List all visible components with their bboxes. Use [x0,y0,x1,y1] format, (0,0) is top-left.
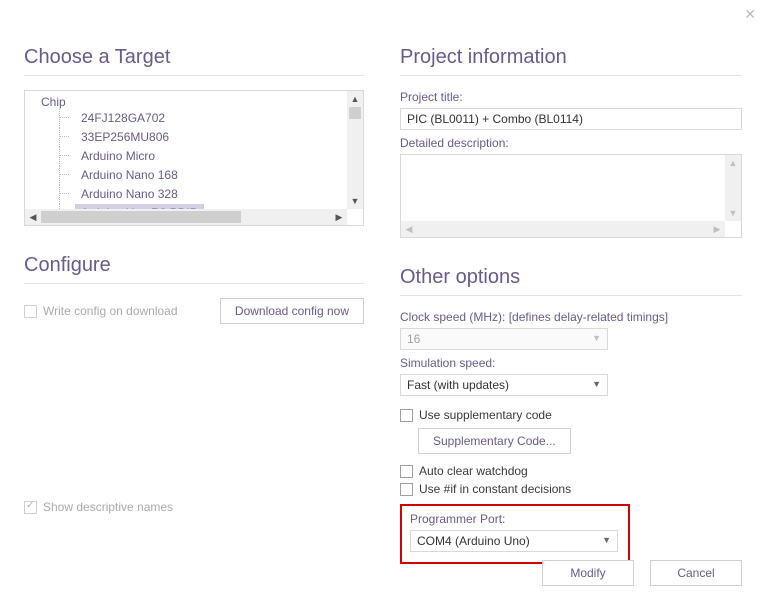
scroll-right-icon[interactable]: ▶ [709,221,725,237]
scroll-left-icon[interactable]: ◀ [401,221,417,237]
tree-item-label: 33EP256MU806 [75,128,175,147]
vscroll-thumb[interactable] [349,107,361,119]
tree-root-chip[interactable]: Chip [25,91,347,109]
clock-speed-select[interactable]: 16 ▼ [400,328,608,350]
target-tree[interactable]: Chip 24FJ128GA70233EP256MU806Arduino Mic… [24,90,364,226]
desc-label: Detailed description: [400,136,742,150]
chevron-down-icon: ▼ [602,535,611,545]
auto-clear-checkbox[interactable] [400,465,413,478]
show-descriptive-label: Show descriptive names [43,500,173,514]
tree-item-label: Arduino Micro [75,147,161,166]
hscroll-thumb[interactable] [41,211,241,223]
tree-item[interactable]: 33EP256MU806 [25,128,347,147]
tree-item[interactable]: Arduino Nano 168 [25,166,347,185]
programmer-port-label: Programmer Port: [410,512,620,526]
write-config-checkbox[interactable] [24,305,37,318]
modify-button[interactable]: Modify [542,560,634,586]
tree-item[interactable]: Arduino Nano 328 [25,185,347,204]
desc-vscrollbar[interactable]: ▲ ▼ [725,155,741,221]
desc-hscrollbar[interactable]: ◀ ▶ [401,221,725,237]
scroll-down-icon[interactable]: ▼ [725,205,741,221]
tree-item[interactable]: Arduino Micro [25,147,347,166]
project-title-label: Project title: [400,90,742,104]
sim-speed-value: Fast (with updates) [407,378,509,392]
tree-item-label: Arduino Nano 328 [75,185,184,204]
show-descriptive-checkbox[interactable]: ✓ [24,501,37,514]
clock-speed-value: 16 [407,332,420,346]
chevron-down-icon: ▼ [592,333,601,343]
tree-item-label: Arduino Nano 168 [75,166,184,185]
auto-clear-label: Auto clear watchdog [419,464,528,478]
sim-speed-label: Simulation speed: [400,356,742,370]
project-title-input[interactable] [400,108,742,130]
divider [24,75,364,76]
use-supp-checkbox[interactable] [400,409,413,422]
sim-speed-select[interactable]: Fast (with updates) ▼ [400,374,608,396]
project-info-heading: Project information [400,46,742,69]
scroll-right-icon[interactable]: ▶ [331,209,347,225]
programmer-port-select[interactable]: COM4 (Arduino Uno) ▼ [410,530,618,552]
scroll-left-icon[interactable]: ◀ [25,209,41,225]
choose-target-heading: Choose a Target [24,46,364,69]
divider [400,75,742,76]
close-icon[interactable]: ✕ [744,6,756,23]
cancel-button[interactable]: Cancel [650,560,742,586]
use-if-label: Use #if in constant decisions [419,482,571,496]
clock-speed-label: Clock speed (MHz): [defines delay-relate… [400,310,742,324]
chevron-down-icon: ▼ [592,379,601,389]
scroll-down-icon[interactable]: ▼ [347,193,363,209]
hscrollbar[interactable]: ◀ ▶ [25,209,347,225]
programmer-port-highlight: Programmer Port: COM4 (Arduino Uno) ▼ [400,504,630,564]
programmer-port-value: COM4 (Arduino Uno) [417,534,530,548]
vscrollbar[interactable]: ▲ ▼ [347,91,363,209]
scroll-up-icon[interactable]: ▲ [725,155,741,171]
tree-root-label: Chip [35,95,72,109]
desc-textarea[interactable]: ▲ ▼ ◀ ▶ [400,154,742,238]
download-config-button[interactable]: Download config now [220,298,364,324]
tree-item-label: 24FJ128GA702 [75,109,171,128]
configure-heading: Configure [24,254,364,277]
tree-body: Chip 24FJ128GA70233EP256MU806Arduino Mic… [25,91,347,209]
use-if-checkbox[interactable] [400,483,413,496]
write-config-label: Write config on download [43,304,178,318]
other-options-heading: Other options [400,266,742,289]
use-supp-label: Use supplementary code [419,408,552,422]
tree-item[interactable]: 24FJ128GA702 [25,109,347,128]
desc-content [401,155,725,221]
divider [24,283,364,284]
scroll-up-icon[interactable]: ▲ [347,91,363,107]
divider [400,295,742,296]
supplementary-code-button[interactable]: Supplementary Code... [418,428,571,454]
